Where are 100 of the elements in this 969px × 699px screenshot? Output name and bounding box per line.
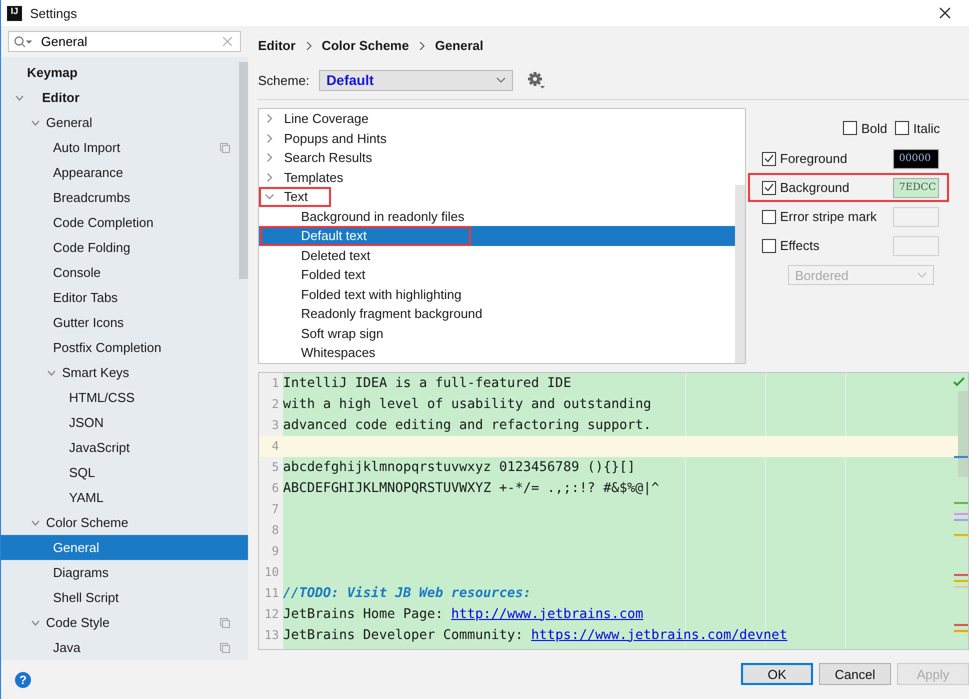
sidebar-item[interactable]: Code Completion	[1, 210, 248, 236]
sidebar-item[interactable]: Postfix Completion	[1, 335, 248, 360]
sidebar-item[interactable]: Color Scheme	[1, 510, 248, 536]
scheme-dropdown[interactable]: Default	[319, 70, 514, 91]
chevron-icon	[47, 370, 56, 376]
color-swatch[interactable]: 00000	[893, 148, 939, 169]
line-number: 10	[264, 565, 279, 580]
caret-icon	[917, 272, 927, 278]
line-number: 6	[270, 481, 279, 496]
chevron-icon	[31, 520, 40, 526]
sidebar-item[interactable]: Shell Script	[1, 585, 248, 610]
line-number: 11	[264, 586, 279, 600]
tree-item[interactable]: Line Coverage	[259, 109, 735, 129]
scrollbar[interactable]	[239, 62, 248, 280]
sidebar-item[interactable]: Keymap	[1, 60, 248, 86]
tree-item[interactable]: Templates	[259, 168, 735, 188]
sidebar-item[interactable]: YAML	[1, 485, 248, 510]
sidebar-item[interactable]: General	[1, 110, 248, 136]
sidebar-item[interactable]: Gutter Icons	[1, 310, 248, 336]
breadcrumb-item[interactable]: Color Scheme	[322, 38, 409, 54]
clear-icon[interactable]	[223, 37, 232, 46]
sidebar-item[interactable]: Appearance	[1, 160, 248, 186]
checkbox[interactable]: Foreground	[762, 151, 848, 166]
tree-item[interactable]: Whitespaces	[259, 343, 735, 363]
color-swatch[interactable]: 7EDCC	[893, 178, 939, 198]
sidebar-item[interactable]: Editor Tabs	[1, 285, 248, 310]
scrollbar[interactable]	[735, 185, 745, 363]
sidebar-item[interactable]: SQL	[1, 460, 248, 486]
sidebar-item[interactable]: Breadcrumbs	[1, 185, 248, 210]
tree-item[interactable]: Folded text with highlighting	[259, 284, 735, 304]
code-text: IntelliJ IDEA is a full-featured IDE	[283, 376, 572, 391]
chevron-icon	[265, 153, 274, 162]
code-text: //TODO: Visit JB Web resources:	[283, 586, 532, 601]
tree-item[interactable]: Folded text	[259, 265, 735, 285]
search-icon	[14, 36, 32, 48]
line-number: 7	[270, 502, 279, 516]
sidebar-item[interactable]: Console	[1, 260, 248, 286]
code-text: JetBrains Home Page:	[283, 606, 444, 622]
line-number: 12	[264, 607, 279, 622]
search-field[interactable]: General	[8, 31, 241, 52]
line-number: 8	[270, 523, 279, 538]
color-swatch[interactable]	[893, 236, 939, 256]
sidebar-item[interactable]: HTML/CSS	[1, 385, 248, 410]
chevron-icon	[31, 120, 40, 126]
line-number: 13	[264, 628, 279, 642]
sidebar-item[interactable]: General	[1, 535, 248, 560]
scrollbar[interactable]	[958, 390, 968, 477]
sidebar-item[interactable]: Smart Keys	[1, 360, 248, 386]
code-text: advanced code editing and refactoring support.	[283, 418, 652, 433]
chevron-icon	[15, 94, 24, 101]
sidebar-item[interactable]: Editor	[1, 85, 248, 110]
annotation-box	[259, 187, 331, 207]
tree-item[interactable]: Soft wrap sign	[259, 324, 735, 344]
checkbox[interactable]: Bold	[843, 120, 888, 136]
tree-item[interactable]: Deleted text	[259, 246, 735, 266]
breadcrumb-item[interactable]: Editor	[258, 38, 296, 54]
separator-icon	[418, 42, 425, 50]
check-icon	[764, 154, 774, 164]
code-text: with a high level of usability and outstanding	[283, 396, 652, 412]
tree-item[interactable]: Text	[259, 187, 735, 207]
tree-item[interactable]: Popups and Hints	[259, 128, 735, 148]
sidebar-item[interactable]: Java	[1, 635, 248, 660]
checkbox[interactable]: Error stripe mark	[762, 209, 877, 224]
chevron-icon	[265, 114, 274, 124]
help-button[interactable]: ?	[15, 672, 31, 688]
check-icon	[953, 376, 965, 387]
sidebar-item[interactable]: JSON	[1, 410, 248, 436]
chevron-icon	[265, 172, 274, 182]
checkbox[interactable]: Background	[762, 180, 850, 196]
sidebar-item[interactable]: Code Folding	[1, 235, 248, 260]
sidebar-item[interactable]: Code Style	[1, 610, 248, 636]
code-text: JetBrains Developer Community:	[283, 628, 524, 643]
sidebar-item[interactable]: JavaScript	[1, 435, 248, 460]
code-text: ABCDEFGHIJKLMNOPQRSTUVWXYZ +-*/= .,;:!? #&$%@|^	[283, 480, 660, 496]
tree-item[interactable]: Search Results	[259, 148, 735, 168]
caret-icon	[496, 77, 506, 84]
dialog-button[interactable]: Cancel	[819, 663, 891, 686]
checkbox[interactable]: Italic	[895, 120, 940, 136]
close-icon[interactable]	[939, 7, 951, 19]
tree-item[interactable]: Readonly fragment background	[259, 304, 735, 324]
line-number: 1	[270, 376, 279, 390]
code-preview[interactable]	[258, 372, 969, 650]
link[interactable]: https://www.jetbrains.com/devnet	[531, 628, 788, 643]
settings-icon[interactable]	[527, 71, 546, 90]
sidebar-item[interactable]: Diagrams	[1, 560, 248, 586]
dialog-button[interactable]: OK	[741, 663, 813, 686]
app-icon: IJ	[7, 6, 22, 20]
line-number: 2	[270, 397, 279, 412]
search-input[interactable]: General	[36, 34, 219, 50]
link[interactable]: http://www.jetbrains.com	[451, 606, 644, 622]
window-title: Settings	[30, 6, 78, 20]
breadcrumb-item[interactable]: General	[434, 38, 484, 54]
tree-item[interactable]: Default text	[259, 226, 735, 246]
sidebar-item[interactable]: Auto Import	[1, 135, 248, 160]
color-swatch[interactable]	[893, 206, 939, 227]
separator-icon	[306, 42, 312, 50]
tree-item[interactable]: Background in readonly files	[259, 206, 735, 226]
checkbox[interactable]: Effects	[762, 238, 820, 254]
line-number: 4	[270, 439, 279, 454]
chevron-icon	[31, 620, 40, 626]
